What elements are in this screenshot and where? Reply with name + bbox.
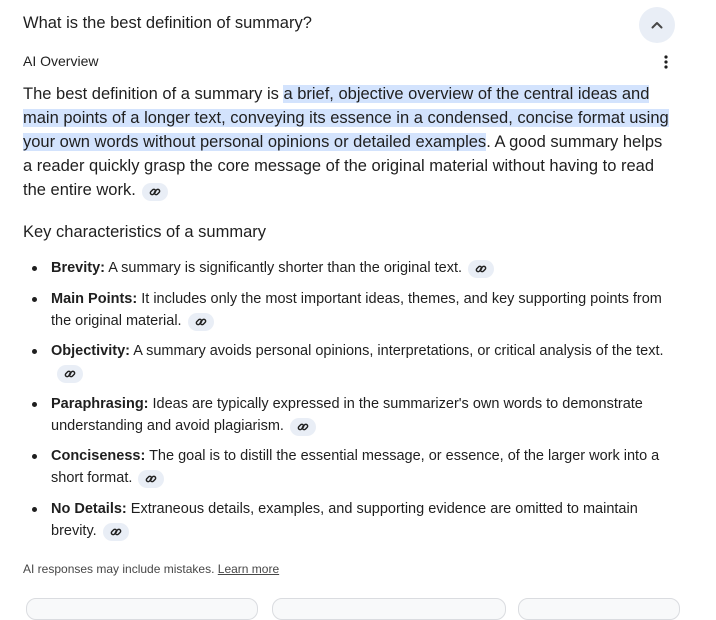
link-icon [110, 528, 122, 535]
link-icon [149, 188, 161, 196]
collapse-button[interactable] [639, 7, 675, 43]
characteristics-list: Brevity: A summary is significantly shor… [23, 257, 673, 550]
source-card[interactable] [518, 598, 680, 620]
source-link-button[interactable] [289, 417, 316, 436]
summary-paragraph: The best definition of a summary is a br… [23, 82, 673, 202]
source-link-button[interactable] [187, 312, 214, 331]
chevron-up-icon [651, 22, 663, 29]
list-item-term: No Details: [51, 500, 127, 517]
learn-more-link[interactable]: Learn more [218, 562, 279, 576]
list-item-text: A summary avoids personal opinions, inte… [129, 343, 664, 359]
list-item: Conciseness: The goal is to distill the … [23, 445, 673, 489]
link-icon [297, 423, 309, 430]
source-link-button[interactable] [57, 365, 83, 383]
list-item: Paraphrasing: Ideas are typically expres… [23, 393, 673, 437]
list-item: No Details: Extraneous details, examples… [23, 498, 673, 542]
list-item-term: Main Points: [51, 290, 138, 307]
source-card[interactable] [26, 598, 258, 620]
list-item: Brevity: A summary is significantly shor… [23, 257, 673, 279]
source-link-button[interactable] [468, 260, 495, 278]
list-item-text: Extraneous details, examples, and suppor… [51, 500, 638, 539]
list-item: Objectivity: A summary avoids personal o… [23, 340, 673, 384]
characteristics-heading: Key characteristics of a summary [23, 223, 266, 241]
summary-lead: The best definition of a summary is [23, 85, 284, 103]
list-item-text: It includes only the most important idea… [51, 290, 662, 329]
more-options-button[interactable] [660, 53, 672, 71]
more-vert-icon [664, 55, 668, 69]
source-link-button[interactable] [141, 183, 168, 201]
link-icon [146, 475, 157, 483]
link-icon [475, 265, 487, 273]
question-text: What is the best definition of summary? [23, 14, 312, 32]
list-item-term: Objectivity: [51, 343, 130, 359]
link-icon [195, 318, 206, 325]
disclaimer-text: AI responses may include mistakes. [23, 562, 215, 576]
list-item-term: Conciseness: [51, 448, 146, 464]
list-item: Main Points: It includes only the most i… [23, 288, 673, 332]
source-card[interactable] [272, 598, 506, 620]
list-item-term: Paraphrasing: [51, 395, 149, 412]
source-link-button[interactable] [102, 522, 129, 541]
ai-overview-label: AI Overview [23, 53, 99, 69]
list-item-term: Brevity: [51, 260, 105, 276]
footer-disclaimer: AI responses may include mistakes. Learn… [23, 562, 279, 576]
link-icon [64, 370, 76, 378]
list-item-text: A summary is significantly shorter than … [105, 260, 463, 276]
source-link-button[interactable] [138, 470, 165, 488]
